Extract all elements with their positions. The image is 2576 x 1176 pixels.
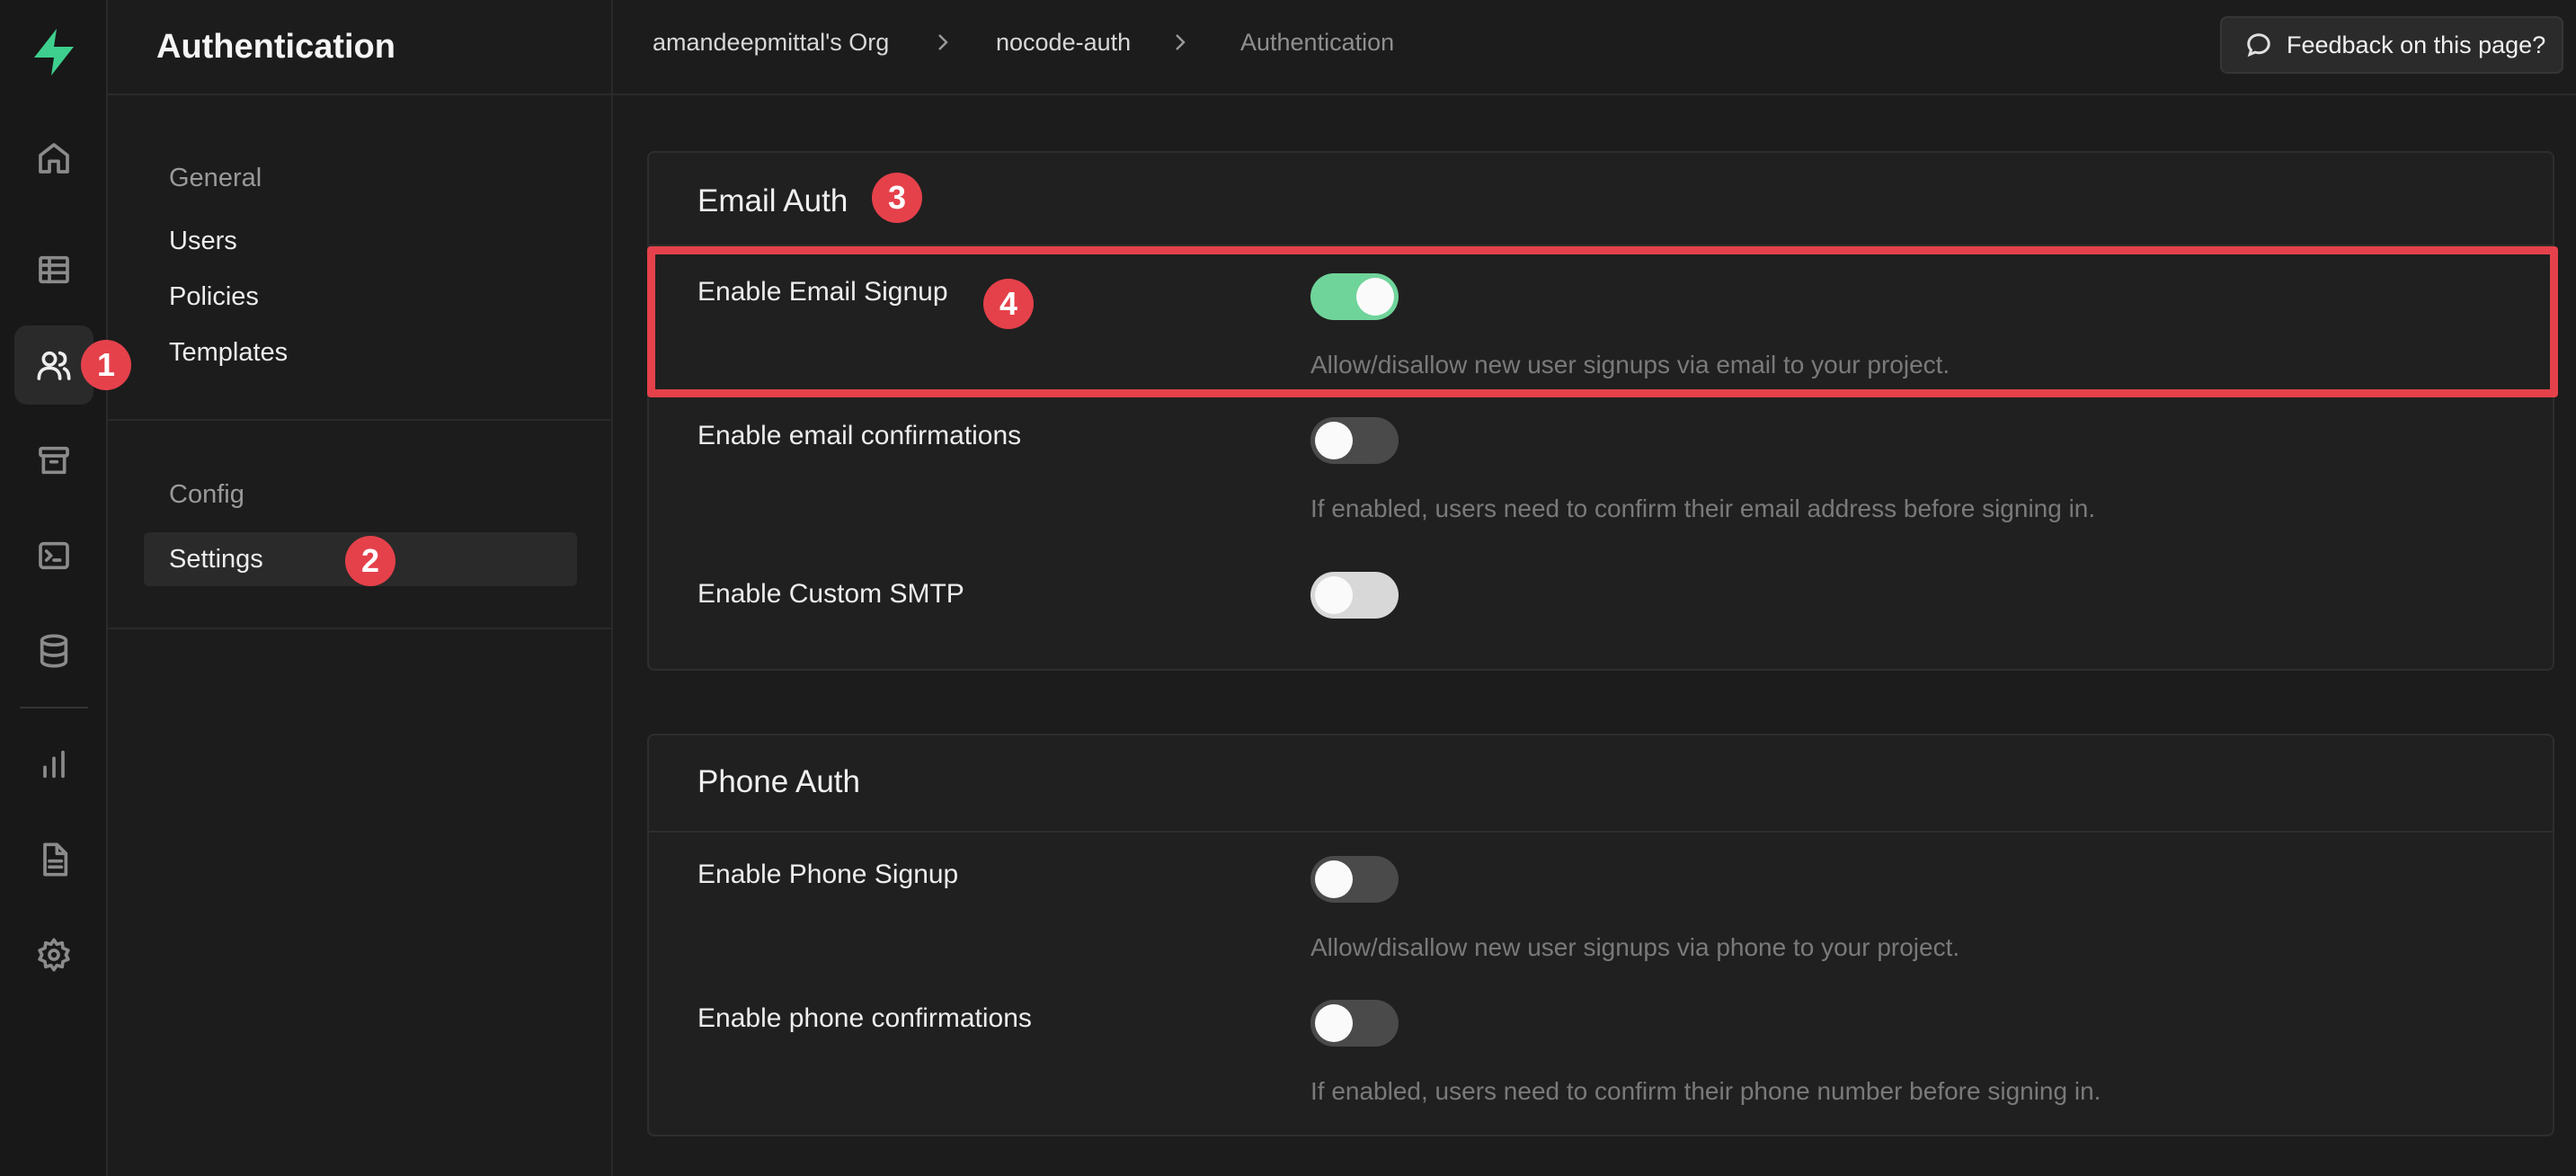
menu-item-policies[interactable]: Policies — [169, 282, 259, 312]
phone-auth-title: Phone Auth — [697, 764, 860, 799]
page-title: Authentication — [108, 0, 611, 95]
menu-divider — [108, 419, 613, 421]
step-badge-1: 1 — [81, 340, 131, 390]
toggle-knob — [1315, 1004, 1353, 1042]
email-confirmations-toggle[interactable] — [1310, 417, 1399, 464]
rail-divider — [20, 707, 88, 708]
menu-item-settings[interactable]: Settings — [169, 545, 263, 575]
email-confirmations-label: Enable email confirmations — [697, 421, 1022, 450]
reports-icon[interactable] — [14, 725, 93, 804]
feedback-button[interactable]: Feedback on this page? — [2220, 16, 2563, 74]
breadcrumb-org[interactable]: amandeepmittal's Org — [653, 29, 889, 57]
phone-confirmations-toggle[interactable] — [1310, 1000, 1399, 1047]
storage-icon[interactable] — [14, 421, 93, 500]
chevron-right-icon — [933, 31, 953, 54]
breadcrumb-current: Authentication — [1240, 29, 1395, 56]
top-bar: amandeepmittal's Org nocode-auth Authent… — [613, 0, 2576, 95]
menu-group-general: General — [169, 164, 262, 192]
toggle-knob — [1315, 860, 1353, 898]
table-editor-icon[interactable] — [14, 230, 93, 309]
terminal-icon[interactable] — [14, 516, 93, 595]
highlight-box — [647, 246, 2558, 397]
toggle-knob — [1315, 576, 1353, 614]
custom-smtp-label: Enable Custom SMTP — [697, 579, 964, 609]
home-icon[interactable] — [14, 119, 93, 198]
breadcrumb-project[interactable]: nocode-auth — [996, 29, 1131, 57]
chevron-right-icon — [1170, 31, 1190, 54]
email-auth-title: Email Auth — [697, 183, 848, 218]
message-icon — [2247, 33, 2270, 58]
phone-signup-label: Enable Phone Signup — [697, 860, 959, 889]
phone-signup-toggle[interactable] — [1310, 856, 1399, 903]
auth-menu: Authentication General Users Policies Te… — [108, 0, 613, 1176]
card-divider — [649, 831, 2553, 833]
email-auth-card: Email Auth Enable Email Signup Allow/dis… — [647, 151, 2554, 671]
phone-confirmations-label: Enable phone confirmations — [697, 1003, 1032, 1033]
menu-item-users[interactable]: Users — [169, 227, 237, 256]
phone-confirmations-description: If enabled, users need to confirm their … — [1310, 1077, 2101, 1105]
menu-item-templates[interactable]: Templates — [169, 338, 288, 368]
database-icon[interactable] — [14, 611, 93, 690]
step-badge-3: 3 — [872, 173, 922, 223]
menu-group-config: Config — [169, 480, 244, 509]
phone-auth-card: Phone Auth Enable Phone Signup Allow/dis… — [647, 734, 2554, 1136]
logo-icon[interactable] — [27, 25, 81, 79]
settings-icon[interactable] — [14, 915, 93, 994]
step-badge-4: 4 — [983, 279, 1034, 329]
icon-rail — [0, 0, 108, 1176]
email-confirmations-description: If enabled, users need to confirm their … — [1310, 494, 2096, 522]
feedback-label: Feedback on this page? — [2287, 31, 2546, 58]
toggle-knob — [1315, 422, 1353, 459]
phone-signup-description: Allow/disallow new user signups via phon… — [1310, 933, 1960, 961]
menu-divider — [108, 628, 613, 629]
custom-smtp-toggle[interactable] — [1310, 572, 1399, 619]
step-badge-2: 2 — [345, 536, 395, 586]
docs-icon[interactable] — [14, 820, 93, 899]
